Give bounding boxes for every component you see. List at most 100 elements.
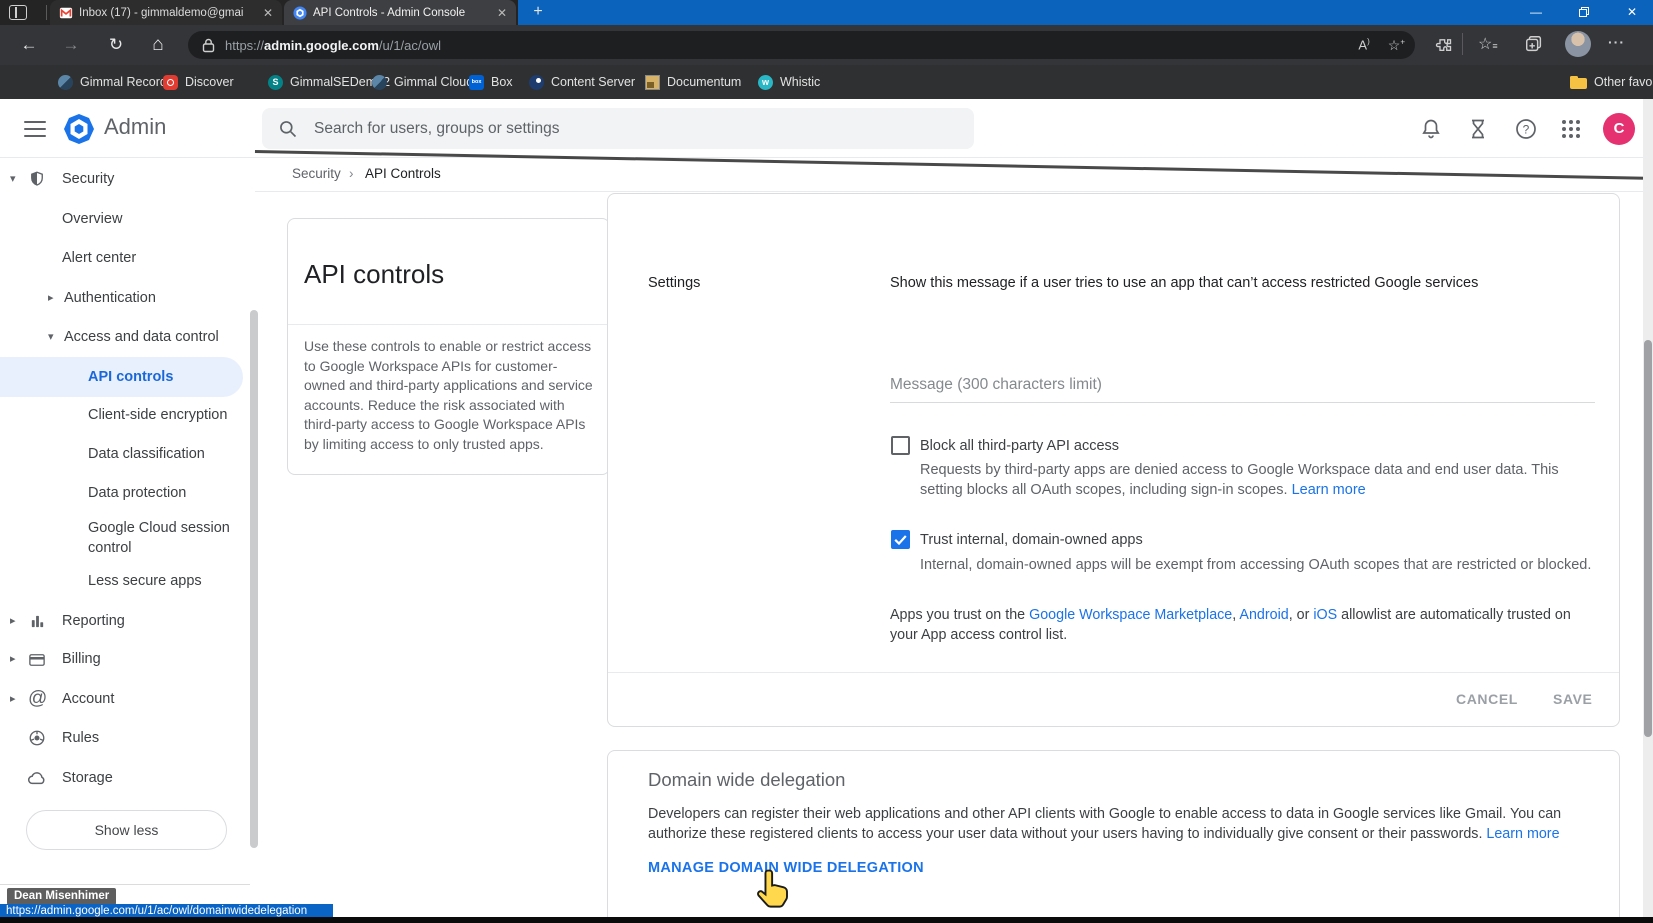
- browser-menu-icon[interactable]: ···: [1608, 34, 1625, 50]
- sidebar-scrollbar-thumb[interactable]: [250, 310, 258, 848]
- admin-favicon: [293, 6, 307, 20]
- bookmarks-bar: Gimmal Records Discover S GimmalSEDemo2 …: [0, 65, 1653, 99]
- tab-separator: [46, 5, 47, 20]
- sidebar-item-billing[interactable]: ▸ Billing: [0, 639, 243, 679]
- help-icon[interactable]: ?: [1514, 117, 1538, 141]
- save-button[interactable]: SAVE: [1553, 691, 1593, 707]
- profile-avatar[interactable]: [1565, 31, 1591, 57]
- chevron-right-icon[interactable]: ▸: [48, 278, 54, 318]
- breadcrumb-separator-icon: ›: [349, 166, 354, 181]
- admin-logo-icon[interactable]: [63, 113, 95, 145]
- rules-wheel-icon: [28, 729, 46, 747]
- android-link[interactable]: Android: [1239, 607, 1288, 623]
- sidebar-item-api-controls-selected[interactable]: API controls: [0, 357, 243, 397]
- sidebar-item-client-side-encryption[interactable]: Client-side encryption: [0, 395, 243, 435]
- breadcrumb-parent[interactable]: Security: [292, 166, 341, 181]
- bookmark-box[interactable]: box Box: [469, 65, 513, 99]
- bookmark-gimmal-records[interactable]: Gimmal Records: [58, 65, 173, 99]
- new-tab-button[interactable]: +: [527, 1, 549, 23]
- show-less-button[interactable]: Show less: [26, 810, 227, 850]
- message-input[interactable]: [890, 372, 1595, 403]
- sidebar-item-account[interactable]: ▸ @ Account: [0, 679, 243, 719]
- discover-icon: [163, 75, 178, 90]
- settings-card: Settings Show this message if a user tri…: [607, 193, 1620, 727]
- ios-link[interactable]: iOS: [1313, 607, 1337, 623]
- chevron-down-icon[interactable]: ▾: [10, 159, 16, 199]
- marketplace-link[interactable]: Google Workspace Marketplace: [1029, 607, 1232, 623]
- extensions-icon[interactable]: [1433, 31, 1453, 57]
- bookmark-documentum[interactable]: Documentum: [645, 65, 741, 99]
- sidebar-item-storage[interactable]: Storage: [0, 758, 243, 798]
- bookmark-content-server[interactable]: Content Server: [529, 65, 635, 99]
- favorites-bar-icon[interactable]: ☆≡: [1478, 34, 1498, 54]
- content-server-icon: [529, 75, 544, 90]
- gimmal-records-icon: [58, 75, 73, 90]
- refresh-icon[interactable]: ↻: [99, 25, 133, 65]
- chevron-right-icon[interactable]: ▸: [10, 601, 16, 641]
- sidebar-item-data-protection[interactable]: Data protection: [0, 473, 243, 513]
- sidebar-item-alert-center[interactable]: Alert center: [0, 238, 243, 278]
- chevron-right-icon[interactable]: ▸: [10, 639, 16, 679]
- sharepoint-icon: S: [268, 75, 283, 90]
- tab-workspaces-icon[interactable]: [9, 5, 27, 20]
- sidebar-item-google-cloud-session-control[interactable]: Google Cloud session control: [0, 508, 243, 568]
- other-favorites-button[interactable]: Other favorites: [1570, 65, 1653, 99]
- main-menu-icon[interactable]: [24, 121, 46, 137]
- message-field[interactable]: [890, 372, 1595, 403]
- folder-icon: [1570, 76, 1587, 89]
- box-icon: box: [469, 75, 484, 90]
- documentum-icon: [645, 75, 660, 90]
- shield-icon: [28, 170, 46, 188]
- sidebar-item-reporting[interactable]: ▸ Reporting: [0, 601, 243, 641]
- tab-close-icon[interactable]: ✕: [260, 6, 276, 20]
- learn-more-link[interactable]: Learn more: [1486, 826, 1559, 842]
- sidebar-item-overview[interactable]: Overview: [0, 199, 243, 239]
- sidebar-item-data-classification[interactable]: Data classification: [0, 434, 243, 474]
- svg-text:?: ?: [1523, 123, 1530, 137]
- sidebar-item-access-and-data-control[interactable]: ▾ Access and data control: [0, 317, 243, 357]
- window-restore-button[interactable]: [1562, 0, 1606, 25]
- back-icon[interactable]: ←: [12, 25, 46, 65]
- home-icon[interactable]: ⌂: [141, 25, 175, 65]
- bottom-edge-strip: [0, 917, 1653, 923]
- account-avatar[interactable]: C: [1603, 113, 1635, 145]
- search-icon: [278, 119, 298, 139]
- tab-close-icon[interactable]: ✕: [494, 6, 510, 20]
- trust-internal-description: Internal, domain-owned apps will be exem…: [920, 555, 1600, 575]
- read-aloud-icon[interactable]: A): [1358, 37, 1369, 52]
- collections-icon[interactable]: [1524, 33, 1544, 55]
- at-sign-icon: @: [28, 679, 47, 719]
- tab-admin-console-active[interactable]: API Controls - Admin Console ✕: [284, 0, 516, 25]
- chevron-right-icon[interactable]: ▸: [10, 679, 16, 719]
- section-title: Domain wide delegation: [648, 769, 845, 791]
- page-scrollbar-thumb[interactable]: [1644, 340, 1652, 737]
- breadcrumb-divider: [255, 191, 1653, 192]
- address-bar[interactable]: https://admin.google.com/u/1/ac/owl A) ☆…: [188, 31, 1415, 59]
- chevron-down-icon[interactable]: ▾: [48, 317, 54, 357]
- cancel-button[interactable]: CANCEL: [1456, 691, 1518, 707]
- bookmark-gimmal-cloud[interactable]: Gimmal Cloud: [372, 65, 473, 99]
- notifications-bell-icon[interactable]: [1419, 117, 1443, 141]
- sidebar-item-less-secure-apps[interactable]: Less secure apps: [0, 561, 243, 601]
- tab-gmail-inbox[interactable]: Inbox (17) - gimmaldemo@gmai ✕: [50, 0, 282, 25]
- search-input[interactable]: [314, 120, 914, 138]
- sidebar-item-security[interactable]: ▾ Security: [0, 159, 243, 199]
- section-description: Developers can register their web applic…: [648, 805, 1596, 844]
- toolbar-divider: [1462, 33, 1463, 55]
- add-favorite-star-icon[interactable]: ☆+: [1388, 37, 1405, 54]
- block-third-party-checkbox[interactable]: [891, 436, 910, 455]
- sidebar-item-authentication[interactable]: ▸ Authentication: [0, 278, 243, 318]
- apps-grid-icon[interactable]: [1559, 117, 1583, 141]
- forward-icon[interactable]: →: [54, 25, 88, 65]
- window-minimize-button[interactable]: —: [1514, 0, 1558, 25]
- sidebar-item-rules[interactable]: Rules: [0, 718, 243, 758]
- bookmark-whistic[interactable]: w Whistic: [758, 65, 820, 99]
- bookmark-discover[interactable]: Discover: [163, 65, 234, 99]
- product-title: Admin: [104, 114, 166, 140]
- learn-more-link[interactable]: Learn more: [1292, 482, 1366, 498]
- window-close-button[interactable]: ✕: [1610, 0, 1653, 25]
- hourglass-icon[interactable]: [1466, 117, 1490, 141]
- trust-internal-checkbox[interactable]: [891, 530, 910, 549]
- breadcrumb-current: API Controls: [365, 166, 441, 181]
- admin-search-bar[interactable]: [262, 108, 974, 149]
